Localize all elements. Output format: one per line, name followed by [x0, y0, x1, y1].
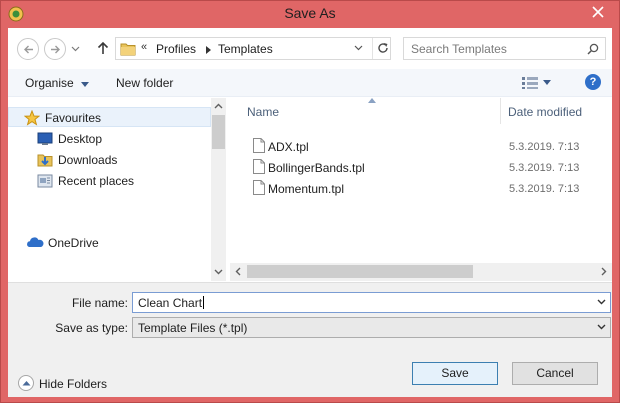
chevron-down-icon[interactable]	[543, 80, 551, 85]
cancel-button[interactable]: Cancel	[512, 362, 598, 385]
scroll-up-icon[interactable]	[214, 103, 223, 109]
save-form: File name: Clean Chart Save as type: Tem…	[8, 282, 612, 397]
file-icon	[253, 180, 265, 195]
command-toolbar: Organise New folder ?	[8, 69, 612, 97]
downloads-icon	[37, 154, 53, 167]
nav-item-label: Favourites	[45, 111, 102, 125]
file-row[interactable]: BollingerBands.tpl 5.3.2019. 7:13	[230, 157, 612, 177]
scrollbar-thumb[interactable]	[212, 115, 225, 149]
file-date: 5.3.2019. 7:13	[509, 162, 580, 174]
nav-item-downloads[interactable]: Downloads	[8, 150, 211, 170]
file-list-horizontal-scrollbar[interactable]	[230, 263, 612, 281]
refresh-icon	[378, 43, 388, 53]
organise-label: Organise	[25, 76, 74, 90]
chevron-down-icon[interactable]	[597, 299, 606, 305]
title-bar[interactable]: Save As	[1, 1, 619, 27]
desktop-icon	[37, 132, 53, 145]
column-divider[interactable]	[500, 98, 501, 124]
forward-button[interactable]	[44, 38, 66, 60]
save-as-dialog: Save As « Profiles Templates Search Temp…	[0, 0, 620, 403]
hide-folders-label: Hide Folders	[39, 377, 108, 391]
recent-places-icon	[37, 174, 53, 188]
file-date: 5.3.2019. 7:13	[509, 141, 580, 153]
navigation-pane: Favourites Desktop Downloads Recent plac…	[8, 98, 226, 281]
search-box[interactable]: Search Templates	[403, 37, 606, 60]
save-button[interactable]: Save	[412, 362, 498, 385]
help-icon[interactable]: ?	[585, 74, 601, 90]
nav-item-recent-places[interactable]: Recent places	[8, 171, 211, 191]
chevron-down-icon[interactable]	[354, 45, 363, 51]
breadcrumb-separator-icon	[206, 46, 211, 54]
file-icon	[253, 159, 265, 174]
onedrive-icon	[27, 237, 44, 247]
file-icon	[253, 138, 265, 153]
nav-item-label: Downloads	[58, 153, 118, 167]
breadcrumb-profiles[interactable]: Profiles	[156, 42, 196, 56]
file-date: 5.3.2019. 7:13	[509, 183, 580, 195]
scroll-left-icon[interactable]	[235, 267, 241, 276]
scrollbar-thumb[interactable]	[247, 265, 473, 278]
file-name-field[interactable]: Clean Chart	[132, 292, 611, 313]
view-options-icon[interactable]	[522, 77, 538, 89]
collapse-icon	[18, 375, 34, 391]
folder-icon	[120, 43, 136, 56]
nav-item-desktop[interactable]: Desktop	[8, 129, 211, 149]
breadcrumb-templates[interactable]: Templates	[218, 42, 273, 56]
breadcrumb-overflow[interactable]: «	[141, 41, 147, 53]
organise-button[interactable]: Organise	[25, 76, 90, 90]
file-row[interactable]: ADX.tpl 5.3.2019. 7:13	[230, 136, 612, 156]
file-name: BollingerBands.tpl	[268, 161, 365, 175]
column-header-date-modified[interactable]: Date modified	[508, 105, 582, 119]
nav-item-label: Desktop	[58, 132, 103, 146]
file-name: ADX.tpl	[268, 140, 309, 154]
chevron-down-icon[interactable]	[597, 324, 606, 330]
refresh-button[interactable]	[372, 38, 392, 59]
scroll-right-icon[interactable]	[601, 267, 607, 276]
save-as-type-select[interactable]: Template Files (*.tpl)	[132, 317, 611, 338]
close-icon[interactable]	[591, 5, 605, 19]
star-icon	[24, 110, 40, 126]
arrow-right-icon	[51, 45, 60, 54]
address-bar[interactable]: « Profiles Templates	[115, 37, 391, 60]
file-name-input[interactable]: Clean Chart	[138, 296, 205, 310]
search-icon[interactable]	[587, 43, 599, 55]
arrow-left-icon	[24, 45, 33, 54]
scroll-down-icon[interactable]	[214, 269, 223, 275]
navigation-scrollbar[interactable]	[211, 98, 226, 281]
nav-item-label: OneDrive	[48, 236, 99, 250]
dialog-client: « Profiles Templates Search Templates Or…	[8, 28, 612, 397]
file-name-label: File name:	[71, 296, 128, 310]
recent-locations-chevron-icon[interactable]	[71, 46, 80, 52]
new-folder-button[interactable]: New folder	[116, 76, 173, 90]
back-button[interactable]	[17, 38, 39, 60]
window-title: Save As	[284, 5, 336, 21]
sort-ascending-icon	[368, 98, 376, 103]
text-caret	[203, 296, 205, 309]
file-list: Name Date modified ADX.tpl 5.3.2019. 7:1…	[230, 98, 612, 281]
save-as-type-value: Template Files (*.tpl)	[138, 321, 248, 335]
file-row[interactable]: Momentum.tpl 5.3.2019. 7:13	[230, 178, 612, 198]
chevron-down-icon	[81, 82, 90, 87]
file-name: Momentum.tpl	[268, 182, 345, 196]
up-arrow-icon[interactable]	[95, 40, 111, 56]
search-input[interactable]: Search Templates	[411, 42, 507, 56]
column-header-name[interactable]: Name	[247, 105, 279, 119]
nav-item-label: Recent places	[58, 174, 135, 188]
save-as-type-label: Save as type:	[55, 321, 128, 335]
nav-item-onedrive[interactable]: OneDrive	[8, 233, 211, 253]
nav-item-favourites[interactable]: Favourites	[8, 107, 211, 127]
